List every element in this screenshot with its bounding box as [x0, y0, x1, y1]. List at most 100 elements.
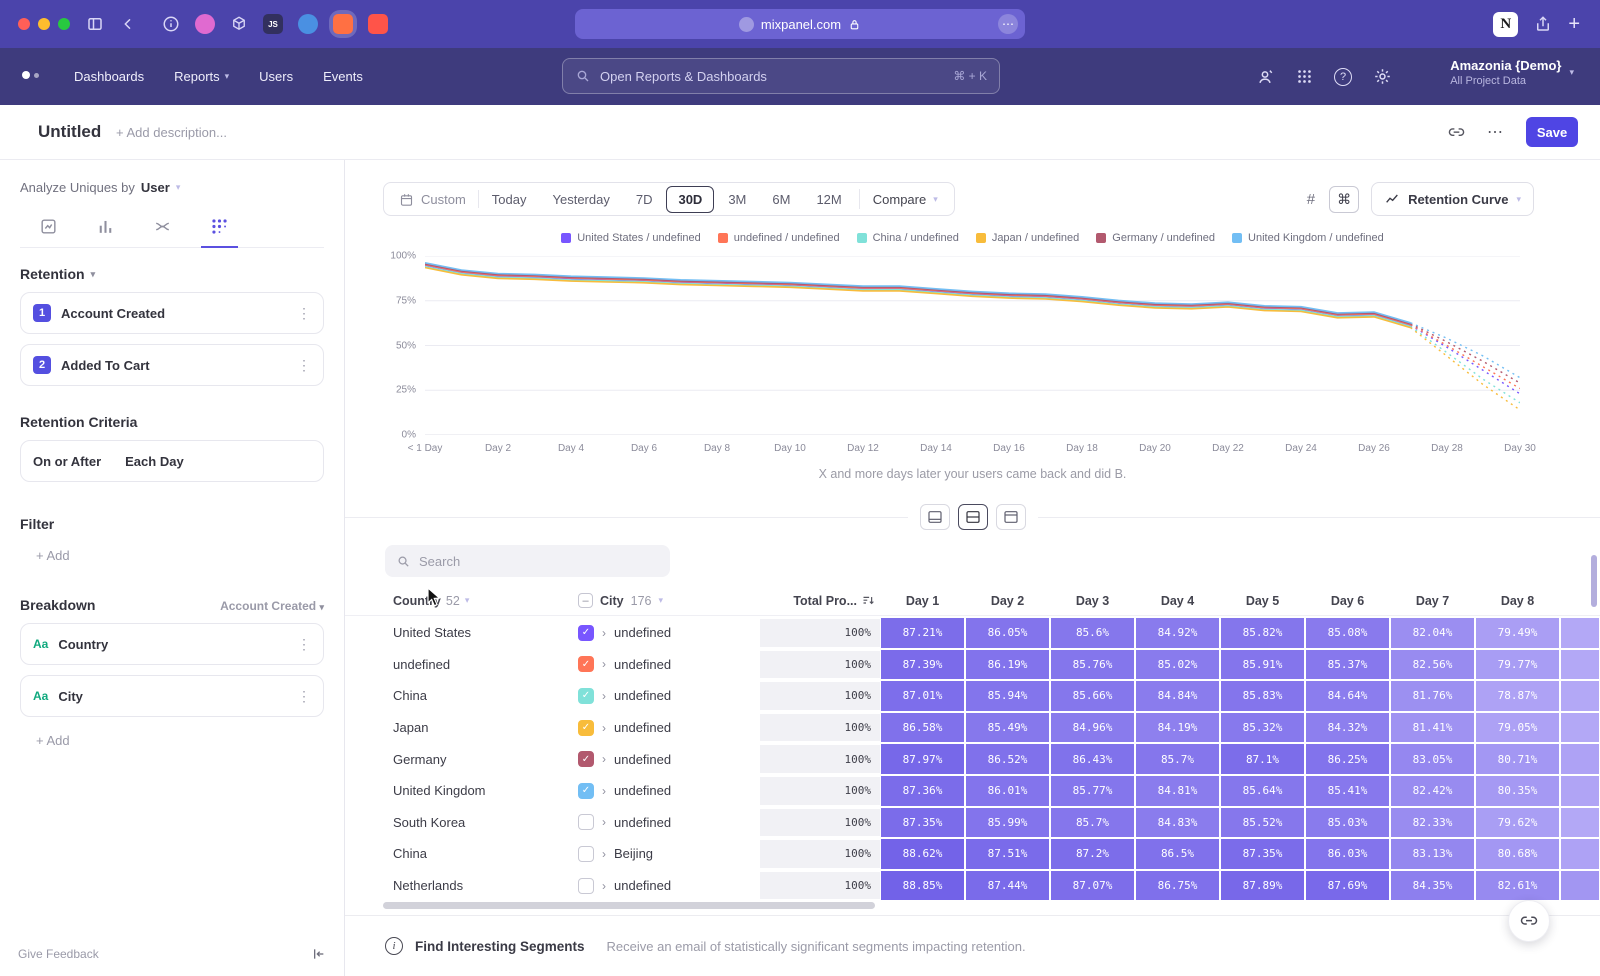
tab-retention[interactable] — [201, 213, 238, 247]
new-tab-icon[interactable]: + — [1568, 14, 1580, 34]
series-checkbox[interactable]: ✓ — [578, 656, 594, 672]
day-column-header[interactable]: Day 7 — [1390, 594, 1475, 608]
legend-item[interactable]: China / undefined — [857, 232, 959, 244]
expand-chevron-icon[interactable]: › — [602, 815, 606, 829]
table-search[interactable] — [385, 545, 670, 577]
day-column-header[interactable]: Day 4 — [1135, 594, 1220, 608]
split-view-button[interactable] — [958, 504, 988, 530]
browser-sidebar-icon[interactable] — [86, 15, 104, 33]
tab-flows[interactable] — [144, 213, 181, 247]
copy-link-icon[interactable] — [1448, 124, 1465, 141]
breakdown-city[interactable]: Aa City ⋮ — [20, 675, 324, 717]
custom-date-button[interactable]: Custom — [387, 192, 478, 207]
tab-funnels[interactable] — [87, 213, 124, 247]
select-all-checkbox[interactable]: – — [578, 593, 593, 608]
info-favicon[interactable] — [162, 15, 180, 33]
vertical-scrollbar[interactable] — [1591, 555, 1597, 607]
red-favicon[interactable] — [368, 14, 388, 34]
expand-chevron-icon[interactable]: › — [602, 721, 606, 735]
global-search[interactable]: Open Reports & Dashboards ⌘ + K — [562, 58, 1000, 94]
mixpanel-tab-icon[interactable] — [333, 14, 353, 34]
save-button[interactable]: Save — [1526, 117, 1578, 147]
range-button-6m[interactable]: 6M — [760, 186, 802, 213]
expand-chevron-icon[interactable]: › — [602, 784, 606, 798]
day-column-header[interactable]: Day 8 — [1475, 594, 1560, 608]
expand-chevron-icon[interactable]: › — [602, 657, 606, 671]
legend-item[interactable]: United Kingdom / undefined — [1232, 232, 1384, 244]
back-icon[interactable] — [120, 16, 136, 32]
range-button-yesterday[interactable]: Yesterday — [541, 186, 622, 213]
legend-item[interactable]: Germany / undefined — [1096, 232, 1215, 244]
range-button-12m[interactable]: 12M — [804, 186, 853, 213]
range-button-today[interactable]: Today — [480, 186, 539, 213]
series-checkbox[interactable] — [578, 846, 594, 862]
table-row[interactable]: United Kingdom✓›undefined100%87.36%86.01… — [345, 775, 1600, 807]
project-selector[interactable]: Amazonia {Demo} All Project Data ▾ — [1450, 58, 1574, 87]
chevron-down-icon[interactable]: ▾ — [658, 595, 663, 606]
notion-icon[interactable]: N — [1493, 12, 1518, 37]
breakdown-context-select[interactable]: Account Created ▾ — [220, 599, 324, 613]
table-row[interactable]: China›Beijing100%88.62%87.51%87.2%86.5%8… — [345, 838, 1600, 870]
breakdown-country[interactable]: Aa Country ⋮ — [20, 623, 324, 665]
pink-favicon[interactable] — [195, 14, 215, 34]
kebab-menu-icon[interactable]: ⋮ — [297, 357, 311, 374]
criteria-interval-select[interactable]: Each Day — [125, 454, 184, 469]
day-column-header[interactable]: Day 6 — [1305, 594, 1390, 608]
share-icon[interactable] — [1534, 15, 1552, 33]
series-checkbox[interactable]: ✓ — [578, 688, 594, 704]
retention-step-1[interactable]: 1 Account Created ⋮ — [20, 292, 324, 334]
city-column-header[interactable]: City — [600, 594, 624, 608]
day-column-header[interactable]: Day 1 — [880, 594, 965, 608]
legend-item[interactable]: undefined / undefined — [718, 232, 840, 244]
share-link-fab[interactable] — [1508, 900, 1550, 942]
table-row[interactable]: Germany✓›undefined100%87.97%86.52%86.43%… — [345, 743, 1600, 775]
day-column-header[interactable]: Day 3 — [1050, 594, 1135, 608]
nav-dashboards[interactable]: Dashboards — [74, 69, 144, 84]
expand-chevron-icon[interactable]: › — [602, 689, 606, 703]
table-row[interactable]: South Korea›undefined100%87.35%85.99%85.… — [345, 807, 1600, 839]
annotations-icon[interactable]: # — [1305, 191, 1317, 208]
table-row[interactable]: United States✓›undefined100%87.21%86.05%… — [345, 617, 1600, 649]
nav-users[interactable]: Users — [259, 69, 293, 84]
series-checkbox[interactable] — [578, 878, 594, 894]
more-options-icon[interactable]: ⋯ — [1487, 122, 1504, 142]
table-search-input[interactable] — [419, 554, 659, 569]
add-breakdown-button[interactable]: + Add — [36, 733, 324, 748]
table-row[interactable]: undefined✓›undefined100%87.39%86.19%85.7… — [345, 649, 1600, 681]
series-checkbox[interactable]: ✓ — [578, 625, 594, 641]
address-bar[interactable]: mixpanel.com ⋯ — [575, 9, 1025, 39]
compare-button[interactable]: Compare ▾ — [859, 189, 951, 209]
expand-chevron-icon[interactable]: › — [602, 752, 606, 766]
total-column-header[interactable]: Total Pro... — [793, 594, 857, 608]
horizontal-scrollbar[interactable] — [383, 902, 875, 909]
series-checkbox[interactable]: ✓ — [578, 783, 594, 799]
safari-favicon[interactable] — [298, 14, 318, 34]
retention-step-2[interactable]: 2 Added To Cart ⋮ — [20, 344, 324, 386]
zoom-window-button[interactable] — [58, 18, 70, 30]
nav-reports[interactable]: Reports▾ — [174, 69, 229, 84]
demo-user-icon[interactable] — [1255, 67, 1275, 87]
collapse-sidebar-icon[interactable] — [310, 946, 326, 962]
settings-gear-icon[interactable] — [1373, 67, 1392, 86]
mixpanel-logo[interactable] — [22, 71, 39, 79]
cube-favicon[interactable] — [230, 15, 248, 33]
table-row[interactable]: China✓›undefined100%87.01%85.94%85.66%84… — [345, 680, 1600, 712]
js-favicon[interactable]: JS — [263, 14, 283, 34]
nav-events[interactable]: Events — [323, 69, 363, 84]
help-icon[interactable]: ? — [1334, 68, 1352, 86]
analyze-entity-select[interactable]: User — [141, 180, 170, 195]
day-column-header[interactable]: Day 5 — [1220, 594, 1305, 608]
chevron-down-icon[interactable]: ▾ — [465, 595, 470, 606]
sort-icon[interactable] — [861, 593, 876, 608]
apps-grid-icon[interactable] — [1296, 68, 1313, 85]
expand-chevron-icon[interactable]: › — [602, 626, 606, 640]
retention-section-label[interactable]: Retention — [20, 266, 85, 282]
series-checkbox[interactable] — [578, 814, 594, 830]
add-description[interactable]: + Add description... — [116, 125, 227, 140]
legend-item[interactable]: Japan / undefined — [976, 232, 1079, 244]
range-button-3m[interactable]: 3M — [716, 186, 758, 213]
kebab-menu-icon[interactable]: ⋮ — [297, 305, 311, 322]
minimize-window-button[interactable] — [38, 18, 50, 30]
series-checkbox[interactable]: ✓ — [578, 720, 594, 736]
shortcuts-button[interactable]: ⌘ — [1329, 186, 1359, 213]
